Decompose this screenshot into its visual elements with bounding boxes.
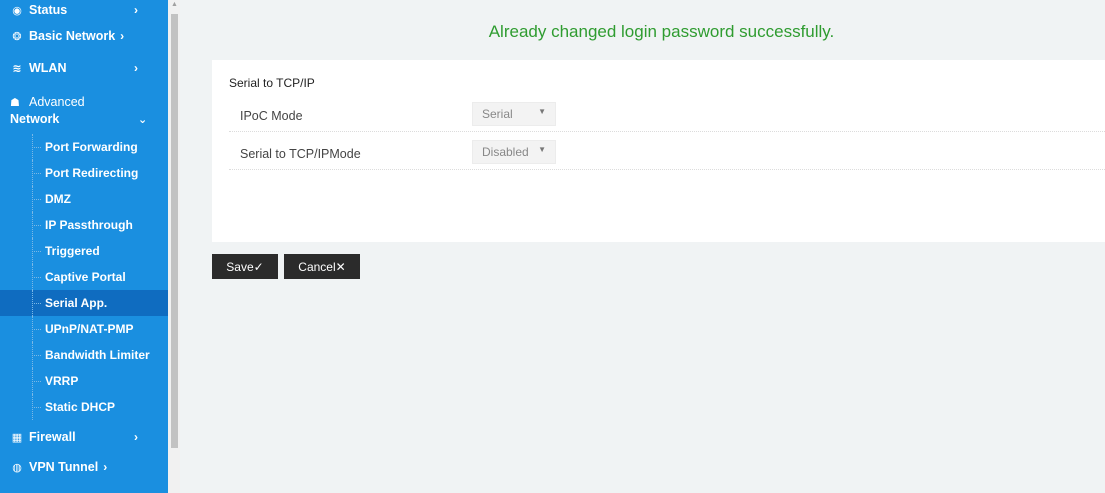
chevron-down-icon: ⌄ <box>138 114 148 126</box>
ipoc-mode-row: IPoC Mode Serial ▼ <box>229 96 1105 132</box>
sidebar-item-dmz[interactable]: DMZ <box>0 186 168 212</box>
serial-tcp-mode-select[interactable]: Disabled ▼ <box>472 140 556 164</box>
sidebar-item-label: Triggered <box>45 244 100 258</box>
serial-tcp-mode-row: Serial to TCP/IPMode Disabled ▼ <box>229 134 1105 170</box>
sidebar-item-port-forwarding[interactable]: Port Forwarding <box>0 134 168 160</box>
nav-vpn-tunnel-label: VPN Tunnel <box>29 460 99 474</box>
ipoc-mode-select[interactable]: Serial ▼ <box>472 102 556 126</box>
cancel-button[interactable]: Cancel✕ <box>284 254 360 279</box>
sidebar-item-label: DMZ <box>45 192 71 206</box>
nav-wlan[interactable]: ≋ WLAN › <box>0 52 168 84</box>
sidebar-item-port-redirecting[interactable]: Port Redirecting <box>0 160 168 186</box>
sidebar-item-captive-portal[interactable]: Captive Portal <box>0 264 168 290</box>
serial-tcp-mode-label: Serial to TCP/IPMode <box>240 147 361 161</box>
nav-wlan-label: WLAN <box>29 61 67 75</box>
sidebar-scrollbar[interactable]: ▲ <box>168 0 180 493</box>
vpn-icon: ◍ <box>12 461 22 474</box>
save-button[interactable]: Save✓ <box>212 254 278 279</box>
nav-vpn-tunnel[interactable]: ◍ VPN Tunnel › <box>0 454 168 480</box>
globe-icon: ❂ <box>12 30 22 43</box>
sidebar-item-label: Port Forwarding <box>45 140 138 154</box>
success-message: Already changed login password successfu… <box>488 22 835 41</box>
chevron-right-icon: › <box>103 460 108 474</box>
sidebar-item-label: Serial App. <box>45 296 108 310</box>
sidebar-item-label: Bandwidth Limiter <box>45 348 150 362</box>
sidebar: ◉ Status › ❂ Basic Network › ≋ WLAN › ☗ A… <box>0 0 168 493</box>
main-content: Already changed login password successfu… <box>180 0 1105 493</box>
chevron-right-icon: › <box>120 29 125 43</box>
nav-basic-network-label: Basic Network <box>29 29 116 43</box>
nav-advanced-label-line1: Advanced <box>29 95 85 109</box>
nav-firewall[interactable]: ▦ Firewall › <box>0 420 168 454</box>
sidebar-item-label: Static DHCP <box>45 400 116 414</box>
nav-status[interactable]: ◉ Status › <box>0 0 168 20</box>
scroll-up-arrow-icon[interactable]: ▲ <box>171 1 178 8</box>
sidebar-item-label: Captive Portal <box>45 270 126 284</box>
nav-firewall-label: Firewall <box>29 430 76 444</box>
sidebar-item-upnp-nat-pmp[interactable]: UPnP/NAT-PMP <box>0 316 168 342</box>
nav-status-label: Status <box>29 3 68 17</box>
ipoc-mode-value: Serial <box>482 107 513 121</box>
sidebar-item-bandwidth-limiter[interactable]: Bandwidth Limiter <box>0 342 168 368</box>
router-icon: ☗ <box>10 97 20 109</box>
nav-basic-network[interactable]: ❂ Basic Network › <box>0 20 168 52</box>
dropdown-caret-icon: ▼ <box>538 145 546 154</box>
scrollbar-thumb[interactable] <box>171 14 178 448</box>
chevron-right-icon: › <box>134 430 138 444</box>
sidebar-item-label: VRRP <box>45 374 79 388</box>
sidebar-item-label: UPnP/NAT-PMP <box>45 322 134 336</box>
firewall-icon: ▦ <box>11 431 23 444</box>
chevron-right-icon: › <box>134 61 138 75</box>
chevron-right-icon: › <box>134 3 138 17</box>
eye-icon: ◉ <box>12 4 22 17</box>
serial-tcp-mode-value: Disabled <box>482 145 529 159</box>
wifi-icon: ≋ <box>12 62 22 75</box>
sidebar-item-triggered[interactable]: Triggered <box>0 238 168 264</box>
nav-advanced-network[interactable]: ☗ Advanced Network ⌄ <box>0 84 168 134</box>
dropdown-caret-icon: ▼ <box>538 107 546 116</box>
sidebar-item-ip-passthrough[interactable]: IP Passthrough <box>0 212 168 238</box>
ipoc-mode-label: IPoC Mode <box>240 109 303 123</box>
sidebar-item-vrrp[interactable]: VRRP <box>0 368 168 394</box>
sidebar-item-label: Port Redirecting <box>45 166 139 180</box>
sidebar-item-static-dhcp[interactable]: Static DHCP <box>0 394 168 420</box>
sidebar-item-label: IP Passthrough <box>45 218 133 232</box>
serial-settings-panel: Serial to TCP/IP IPoC Mode Serial ▼ Seri… <box>212 60 1105 242</box>
panel-title: Serial to TCP/IP <box>229 76 315 90</box>
sidebar-item-serial-app[interactable]: Serial App. <box>0 290 168 316</box>
